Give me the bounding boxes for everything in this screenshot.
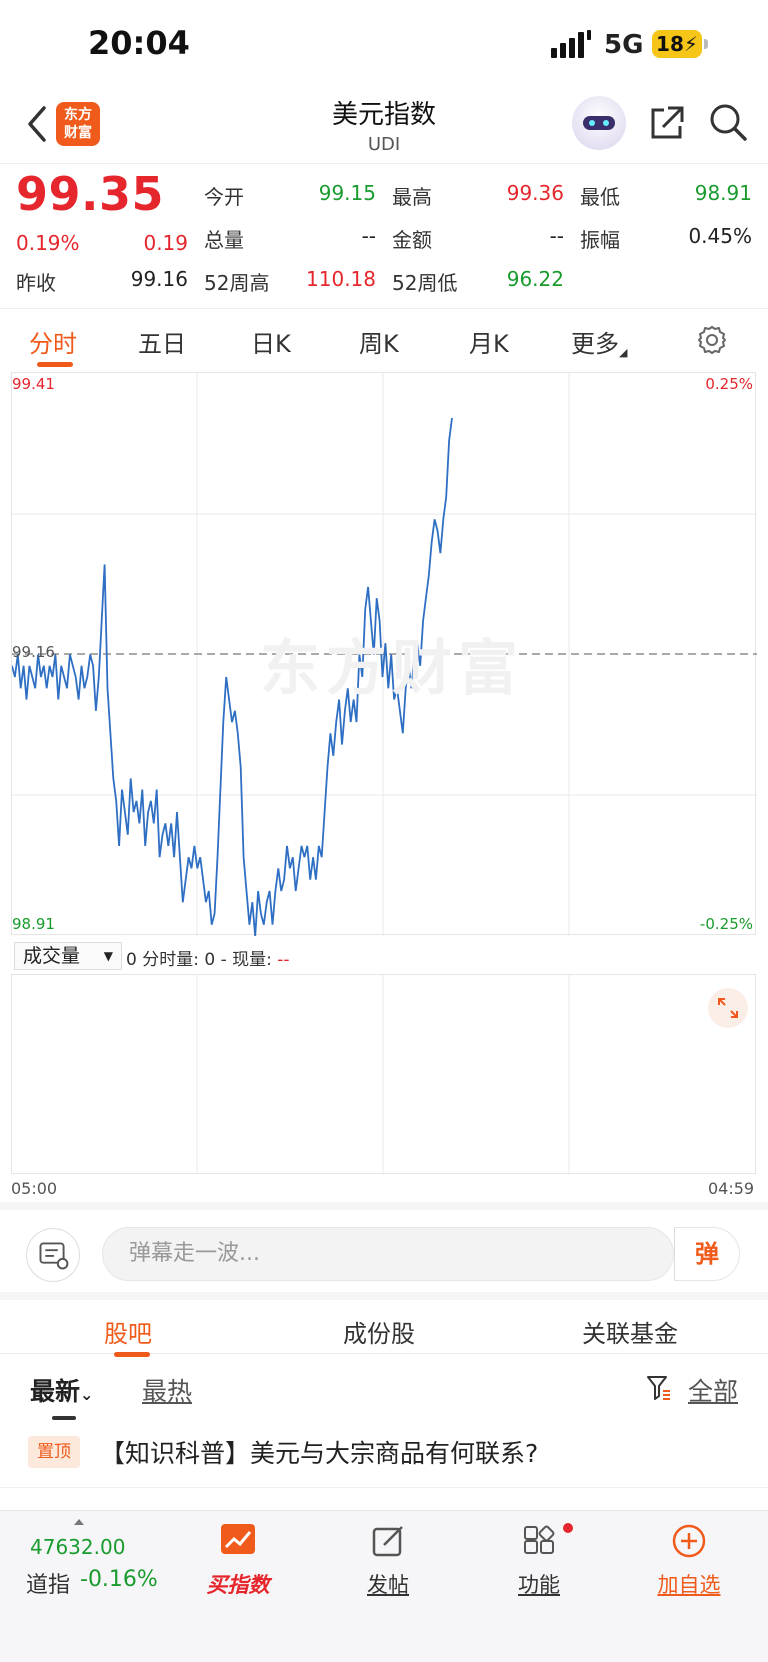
open-value: 99.15 [318,181,376,205]
dow-jones-value[interactable]: 47632.00 [30,1535,125,1559]
post-title[interactable]: 【知识科普】美元与大宗商品有何联系? [100,1434,538,1470]
prev-close-label: 昨收 [16,271,56,295]
indicator-select[interactable]: 成交量 ▼ [14,942,122,970]
buy-index-button[interactable]: 买指数 [178,1519,298,1603]
add-watchlist-button[interactable]: 加自选 [629,1519,749,1603]
pct-axis-bottom-label: -0.25% [699,915,753,933]
filter-latest[interactable]: 最新⌄ [30,1372,93,1408]
quote-panel: 99.35 0.19% 0.19 昨收 99.16 今开 99.15 最高 99… [0,165,768,309]
chart-period-tabs: 分时 五日 日K 周K 月K 更多◢ [0,310,768,372]
trend-chart-icon [221,1524,255,1554]
volume-chart [11,974,756,1175]
filter-hot[interactable]: 最热 [142,1372,192,1408]
nav-bar: 东方 财富 美元指数 UDI [0,90,768,164]
pinned-post[interactable]: 置顶 【知识科普】美元与大宗商品有何联系? [0,1422,768,1488]
amplitude-value: 0.45% [688,224,752,248]
caret-down-icon: ▼ [103,949,113,963]
pct-axis-top-label: 0.25% [705,375,753,393]
tab-weekly-k[interactable]: 周K [359,324,399,359]
wk52-high-value: 110.18 [306,267,376,291]
functions-button[interactable]: 功能 [479,1519,599,1603]
change-value: 0.19 [143,231,188,255]
post-button[interactable]: 发帖 [328,1519,448,1603]
tab-more-label: 更多 [571,330,619,358]
plus-circle-icon [672,1524,706,1558]
pinned-badge: 置顶 [28,1436,80,1468]
volume-chart-svg [196,975,570,1175]
tab-five-day[interactable]: 五日 [138,324,186,359]
prev-close-value: 99.16 [130,267,188,291]
tab-intraday[interactable]: 分时 [29,324,77,359]
filter-funnel-icon[interactable] [646,1374,672,1402]
network-label: 5G [604,30,644,60]
tab-daily-k[interactable]: 日K [251,324,291,359]
x-axis-start-label: 05:00 [11,1179,58,1198]
volume-value: -- [361,224,376,248]
assistant-robot-icon[interactable] [572,96,626,150]
low-value: 98.91 [694,181,752,205]
danmu-settings-icon[interactable] [26,1228,80,1282]
filter-latest-label: 最新 [30,1377,81,1406]
y-axis-top-label: 99.41 [12,375,55,393]
compose-icon [372,1526,403,1557]
tab-constituents[interactable]: 成份股 [343,1314,415,1349]
y-axis-mid-label: 99.16 [12,643,55,661]
amplitude-label: 振幅 [580,228,620,252]
share-icon[interactable] [648,104,686,142]
watermark: 东方财富 [260,634,524,704]
open-label: 今开 [204,185,244,209]
volume-toolbar: 成交量 ▼ 0 分时量: 0 - 现量: -- [0,940,768,972]
status-bar: 20:04 5G 18⚡ [0,0,768,90]
current-volume: -- [277,950,290,970]
high-value: 99.36 [506,181,564,205]
amount-label: 金额 [392,228,432,252]
settings-gear-icon[interactable] [696,324,728,356]
danmu-send-button[interactable]: 弹 [674,1227,740,1281]
battery-level: 18 [656,32,684,56]
volume-label: 总量 [204,228,244,252]
chevron-down-icon: ⌄ [80,1385,94,1404]
notification-dot [563,1523,573,1533]
danmu-bar: 弹幕走一波... 弹 [0,1202,768,1292]
y-axis-bottom-label: 98.91 [12,915,55,933]
more-caret-icon: ◢ [619,346,628,359]
high-label: 最高 [392,185,432,209]
triangle-up-icon [74,1519,84,1525]
add-watchlist-label: 加自选 [657,1573,721,1597]
tab-related-funds[interactable]: 关联基金 [582,1314,678,1349]
status-time: 20:04 [88,24,190,62]
post-filter: 最新⌄ 最热 全部 [0,1354,768,1420]
fullscreen-expand-icon[interactable] [708,988,748,1028]
tab-guba[interactable]: 股吧 [104,1314,152,1349]
dow-jones-change[interactable]: -0.16% [80,1567,158,1592]
search-icon[interactable] [708,102,748,142]
grid-apps-icon [524,1525,555,1554]
indicator-select-label: 成交量 [23,945,81,967]
filter-indicator [52,1416,76,1420]
volume-info-text: 0 分时量: 0 - 现量: [126,950,278,970]
community-tabs: 股吧 成份股 关联基金 [0,1292,768,1357]
wk52-high-label: 52周高 [204,271,270,295]
tab-more[interactable]: 更多◢ [571,324,627,359]
battery-tip [704,39,708,49]
danmu-input[interactable]: 弹幕走一波... [102,1227,674,1281]
bottom-bar: 47632.00 道指 -0.16% 买指数 发帖 功能 加自选 [0,1510,768,1662]
functions-label: 功能 [518,1573,560,1597]
change-percent: 0.19% [16,231,80,255]
post-label: 发帖 [367,1573,409,1597]
signal-icon [551,30,591,58]
wk52-low-value: 96.22 [506,267,564,291]
low-label: 最低 [580,185,620,209]
wk52-low-label: 52周低 [392,271,458,295]
filter-all[interactable]: 全部 [688,1372,738,1408]
amount-value: -- [549,224,564,248]
battery-icon: 18⚡ [652,30,702,58]
volume-info: 0 分时量: 0 - 现量: -- [126,945,290,970]
tab-active-indicator [37,362,73,367]
last-price: 99.35 [16,167,165,221]
x-axis-end-label: 04:59 [708,1179,755,1198]
buy-index-label: 买指数 [206,1573,270,1597]
dow-jones-name[interactable]: 道指 [26,1567,70,1599]
tab-monthly-k[interactable]: 月K [469,324,509,359]
